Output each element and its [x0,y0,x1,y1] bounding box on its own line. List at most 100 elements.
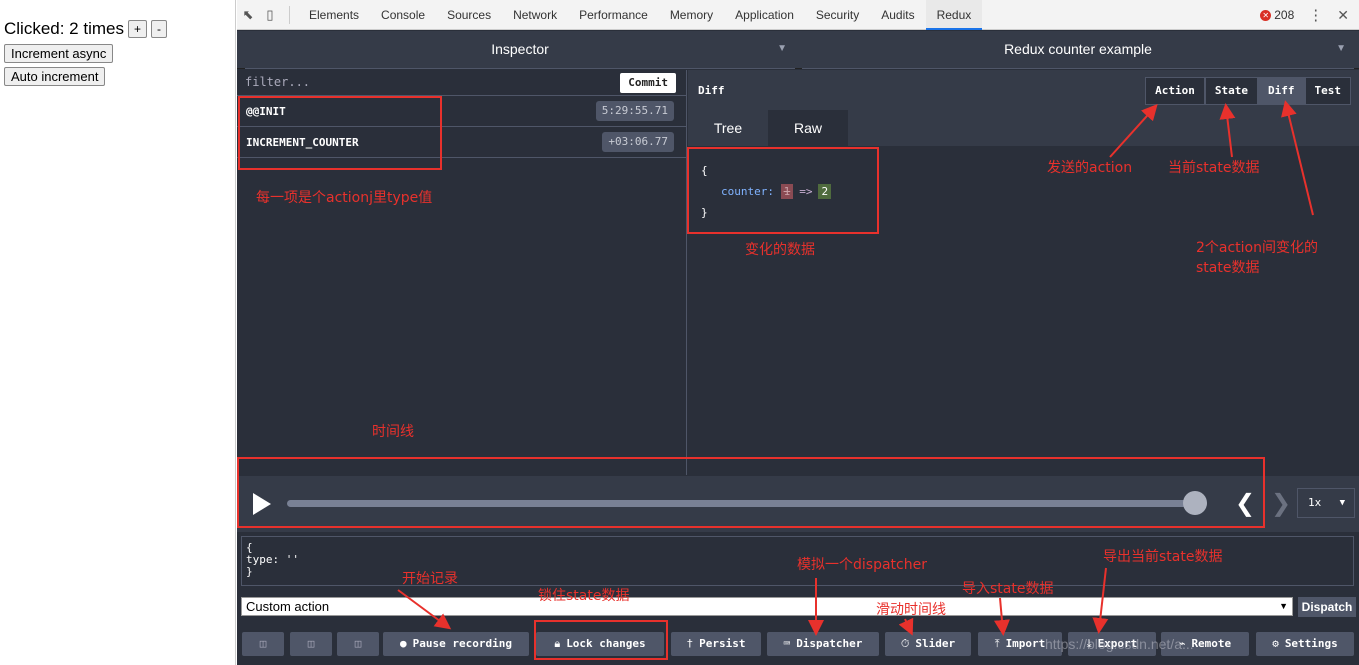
tab-memory[interactable]: Memory [659,0,724,30]
custom-action-select[interactable]: Custom action ▼ [241,597,1293,616]
view-tabs: Action State Diff Test [1145,77,1351,105]
diff-new-value: 2 [818,184,832,199]
dock-bottom-icon: ◫ [354,637,362,650]
decrement-button[interactable]: - [151,20,167,38]
annotation-sent-action: 发送的action [1047,160,1133,176]
dock-bottom-button[interactable]: ◫ [337,632,379,656]
monitor-select[interactable]: Inspector ▼ [245,31,795,69]
next-step-icon[interactable]: ❯ [1271,489,1291,517]
timeline-knob[interactable] [1183,491,1207,515]
speed-select[interactable]: 1x ▼ [1297,488,1355,518]
timeline-track[interactable] [287,500,1207,507]
diff-close-brace: } [701,206,708,219]
error-badge[interactable]: ✕ 208 [1260,8,1294,22]
error-count: 208 [1274,8,1295,22]
tab-performance[interactable]: Performance [568,0,659,30]
tab-security[interactable]: Security [805,0,870,30]
devtools-tab-bar: ⬉ ▯ Elements Console Sources Network Per… [237,0,1359,30]
speed-value: 1x [1308,496,1322,509]
dock-left-icon: ◫ [259,637,267,650]
clicked-count-text: Clicked: 2 times [4,19,124,38]
previous-step-icon[interactable]: ❮ [1235,489,1255,517]
instance-select[interactable]: Redux counter example ▼ [802,31,1354,69]
filter-input[interactable]: filter... [245,75,310,89]
inspect-element-icon[interactable]: ⬉ [237,0,259,30]
tab-console[interactable]: Console [370,0,436,30]
annotation-import-state: 导入state数据 [962,581,1054,597]
devtools-tab-right: ✕ 208 ⋮ ✕ [1260,0,1349,30]
filter-row: filter... Commit [237,70,686,96]
dock-right-button[interactable]: ◫ [290,632,332,656]
annotation-action-type: 每一项是个actionj里type值 [256,190,433,206]
action-item-init[interactable]: @@INIT 5:29:55.71 [237,96,686,127]
watermark: https://blog.csdn.net/a... [1045,636,1194,652]
error-icon: ✕ [1260,9,1272,21]
tab-sources[interactable]: Sources [436,0,502,30]
tab-redux[interactable]: Redux [925,0,983,30]
annotation-diff-state-2: state数据 [1196,260,1260,276]
pause-icon: ● [400,637,407,650]
auto-increment-button[interactable]: Auto increment [4,67,106,86]
commit-button[interactable]: Commit [620,73,676,93]
annotation-diff-state-1: 2个action间变化的 [1196,240,1319,256]
tab-raw[interactable]: Raw [768,110,848,146]
chevron-down-icon: ▼ [777,43,787,54]
annotation-lock-state: 锁住state数据 [538,588,630,604]
annotation-export-state: 导出当前state数据 [1103,549,1223,565]
dock-right-icon: ◫ [307,637,315,650]
tab-tree[interactable]: Tree [688,110,768,146]
dispatcher-button[interactable]: ⌨ Dispatcher [767,632,879,656]
tab-diff[interactable]: Diff [1258,77,1305,105]
tab-audits[interactable]: Audits [870,0,925,30]
lock-changes-button[interactable]: 🔒︎ Lock changes [536,632,664,656]
tab-state[interactable]: State [1204,77,1258,105]
timeline-slider-bar: ❮ ❯ 1x ▼ [237,476,1359,532]
tab-action[interactable]: Action [1145,77,1205,105]
persist-button[interactable]: † Persist [671,632,761,656]
import-label: Import [1005,637,1046,650]
annotation-slide-timeline: 滑动时间线 [876,602,946,618]
remote-label: Remote [1191,637,1232,650]
dispatch-button[interactable]: Dispatch [1298,597,1356,617]
pin-icon: † [686,637,694,650]
panel-title: Diff [698,84,725,97]
increment-button[interactable]: + [127,20,147,38]
chevron-down-icon: ▼ [1279,601,1288,611]
close-devtools-icon[interactable]: ✕ [1337,7,1349,24]
slider-label: Slider [915,637,956,650]
slider-button[interactable]: ⏱︎ Slider [885,632,971,656]
lock-icon: 🔒︎ [554,637,561,650]
annotation-timeline: 时间线 [372,424,414,440]
action-item-increment[interactable]: INCREMENT_COUNTER +03:06.77 [237,127,686,158]
pause-recording-button[interactable]: ● Pause recording [383,632,529,656]
annotation-changed-data: 变化的数据 [745,242,815,258]
device-toolbar-icon[interactable]: ▯ [259,0,281,30]
increment-async-button[interactable]: Increment async [4,44,114,63]
annotation-mock-dispatcher: 模拟一个dispatcher [797,557,927,573]
tab-application[interactable]: Application [724,0,805,30]
chevron-down-icon: ▼ [1336,43,1346,54]
action-name: INCREMENT_COUNTER [246,136,359,149]
action-time: 5:29:55.71 [595,101,674,121]
tab-test[interactable]: Test [1304,77,1351,105]
diff-open-brace: { [701,164,708,177]
redux-top-bar: Inspector ▼ Redux counter example ▼ [237,31,1359,69]
annotation-current-state: 当前state数据 [1168,160,1260,176]
settings-button[interactable]: ⚙ Settings [1256,632,1354,656]
lock-changes-label: Lock changes [566,637,646,650]
more-options-icon[interactable]: ⋮ [1308,6,1323,24]
subtabs: Tree Raw [688,110,1359,146]
diff-line: counter: 1 => 2 [701,181,832,202]
dock-left-button[interactable]: ◫ [242,632,284,656]
dispatcher-label: Dispatcher [796,637,863,650]
play-icon[interactable] [253,493,271,515]
instance-select-value: Redux counter example [1004,41,1152,57]
tab-network[interactable]: Network [502,0,568,30]
tab-elements[interactable]: Elements [298,0,370,30]
action-time: +03:06.77 [602,132,674,152]
gear-icon: ⚙ [1272,637,1279,650]
custom-action-value: Custom action [246,599,330,614]
pause-recording-label: Pause recording [412,637,512,650]
counter-app: Clicked: 2 times + - Increment async Aut… [0,0,236,665]
action-list-pane: filter... Commit @@INIT 5:29:55.71 INCRE… [237,70,687,475]
